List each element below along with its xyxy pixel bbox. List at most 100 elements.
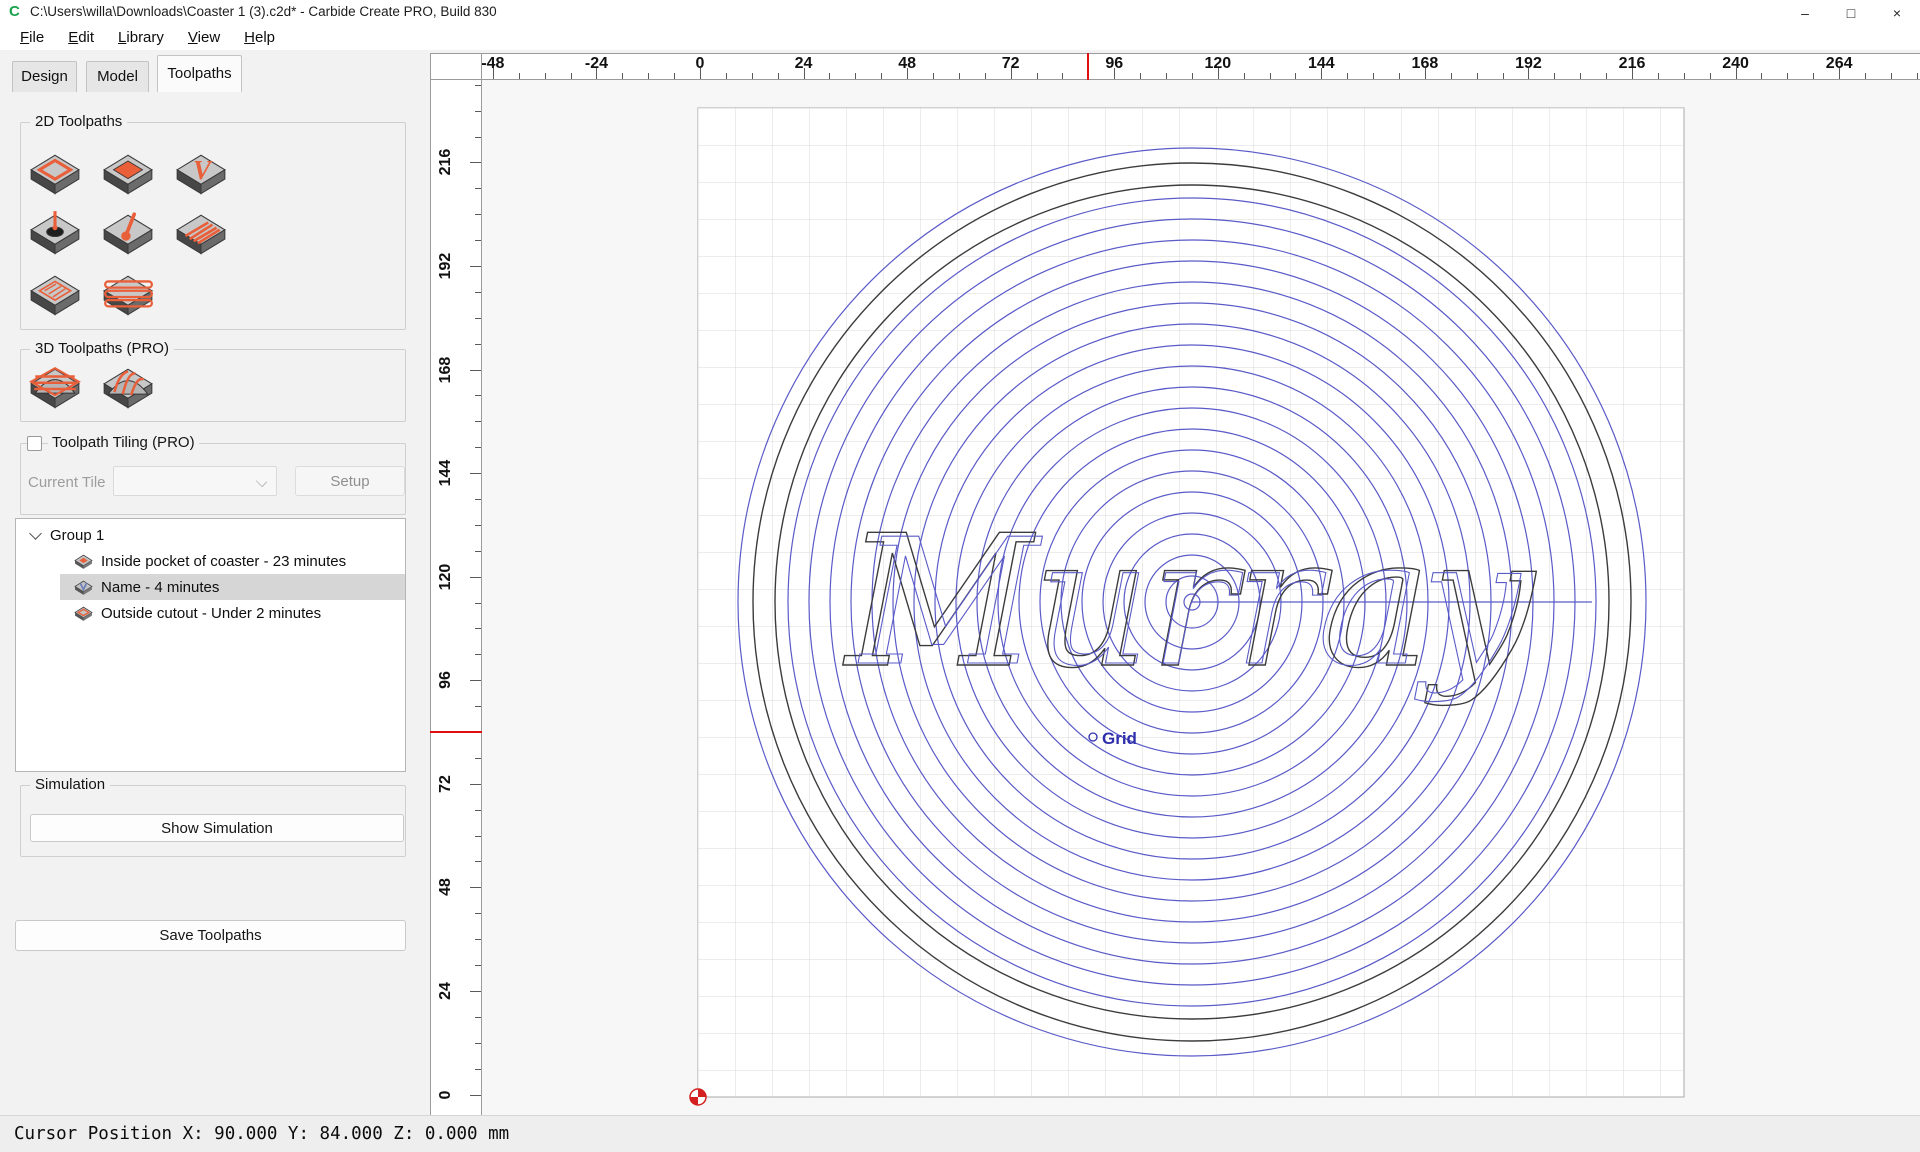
chevron-down-icon [255, 475, 268, 488]
app-logo-icon: C [9, 3, 20, 20]
chevron-expand-icon[interactable] [29, 527, 42, 540]
status-bar: Cursor Position X: 90.000 Y: 84.000 Z: 0… [0, 1115, 1920, 1152]
toolpath-tiling-label[interactable]: Toolpath Tiling (PRO) [48, 434, 199, 451]
ruler-label: 48 [898, 55, 916, 72]
vcarve-toolpath-button[interactable]: V [173, 148, 229, 204]
ruler-tick [1865, 73, 1867, 79]
engraving-text-vcarve: Murray [858, 502, 1522, 705]
ruler-tick [475, 188, 481, 190]
ruler-tick [1269, 73, 1271, 79]
simulation-title: Simulation [30, 776, 111, 793]
texture-toolpath-button[interactable] [173, 208, 229, 264]
ruler-tick [1347, 73, 1349, 79]
ruler-tick [751, 73, 753, 79]
show-simulation-button[interactable]: Show Simulation [30, 814, 404, 842]
setup-button[interactable]: Setup [295, 466, 405, 496]
menu-help[interactable]: Help [232, 27, 287, 48]
menu-view[interactable]: View [176, 27, 232, 48]
ruler-tick [475, 913, 481, 915]
ruler-tick [1890, 73, 1892, 79]
ruler-label: 72 [1001, 55, 1020, 72]
tab-design[interactable]: Design [12, 61, 77, 92]
ruler-label: 240 [1722, 55, 1749, 72]
group-label: Group 1 [50, 527, 105, 544]
pocket-toolpath-button[interactable] [100, 148, 156, 204]
pattern-fill-toolpath-button[interactable] [27, 269, 83, 325]
ruler-tick [475, 240, 481, 242]
contour-mini-icon [74, 606, 93, 621]
ruler-tick [475, 110, 481, 112]
current-tile-dropdown[interactable] [113, 466, 277, 496]
ruler-tick [1166, 73, 1168, 79]
toolpath-tree: Group 1 Inside pocket of coaster - 23 min… [15, 518, 406, 772]
ruler-tick [475, 1068, 481, 1070]
toolpath-item-label: Name - 4 minutes [101, 579, 220, 596]
ruler-label: 0 [437, 1090, 454, 1099]
ruler-tick [475, 835, 481, 837]
tree-group-row[interactable]: Group 1 [17, 523, 405, 548]
ruler-tick [470, 783, 481, 785]
toolpath-tree-item[interactable]: Inside pocket of coaster - 23 minutes [74, 549, 404, 574]
ruler-tick [475, 136, 481, 138]
ruler-tick [475, 628, 481, 630]
ruler-label: -48 [482, 55, 505, 72]
ruler-tick [475, 550, 481, 552]
ruler-tick [475, 395, 481, 397]
ruler-tick [475, 84, 481, 86]
ruler-tick [470, 473, 481, 475]
ruler-tick [475, 965, 481, 967]
ruler-tick [518, 73, 520, 79]
save-toolpaths-button[interactable]: Save Toolpaths [15, 920, 406, 951]
toolpath-tree-item[interactable]: Outside cutout - Under 2 minutes [74, 601, 404, 626]
ruler-tick [1787, 73, 1789, 79]
rough-3d-toolpath-button[interactable] [27, 362, 83, 418]
cursor-position-readout: Cursor Position X: 90.000 Y: 84.000 Z: 0… [14, 1124, 510, 1144]
ruler-tick [570, 73, 572, 79]
ruler-tick [1502, 73, 1504, 79]
ruler-tick [475, 939, 481, 941]
tab-model[interactable]: Model [86, 61, 149, 92]
ruler-tick [1606, 73, 1608, 79]
ruler-tick [544, 73, 546, 79]
ruler-tick [475, 1016, 481, 1018]
menu-edit[interactable]: Edit [56, 27, 106, 48]
svg-text:V: V [193, 155, 213, 185]
3d-toolpaths-title: 3D Toolpaths (PRO) [30, 340, 174, 357]
contour-toolpath-button[interactable] [27, 148, 83, 204]
ruler-label: 120 [437, 563, 454, 591]
ruler-label: 96 [1105, 55, 1124, 72]
ruler-tick [470, 1094, 481, 1096]
ruler-label: 144 [1308, 55, 1335, 72]
origin-marker [689, 1088, 707, 1106]
toolpath-tiling-checkbox[interactable] [27, 436, 42, 451]
engrave-toolpath-button[interactable] [100, 208, 156, 264]
window-title: C:\Users\willa\Downloads\Coaster 1 (3).c… [30, 4, 497, 19]
ruler-tick [1554, 73, 1556, 79]
toolpath-panel: 2D Toolpaths V 3D Toolpaths (PRO) Toolpa… [0, 92, 430, 1115]
drill-toolpath-button[interactable] [27, 208, 83, 264]
tab-toolpaths[interactable]: Toolpaths [157, 55, 242, 92]
ruler-label: 192 [437, 252, 454, 280]
ruler-tick [475, 809, 481, 811]
wrap-toolpath-button[interactable] [100, 269, 156, 325]
ruler-label: 168 [437, 356, 454, 383]
menu-library[interactable]: Library [106, 27, 176, 48]
ruler-label: 120 [1204, 55, 1232, 72]
ruler-tick [1450, 73, 1452, 79]
ruler-tick [470, 887, 481, 889]
ruler-tick [1813, 73, 1815, 79]
ruler-tick [475, 861, 481, 863]
ruler-label: 192 [1515, 55, 1542, 72]
menu-file[interactable]: File [8, 27, 56, 48]
ruler-tick [475, 343, 481, 345]
toolpath-tree-item[interactable]: Name - 4 minutes [74, 575, 404, 600]
design-canvas[interactable]: Murray Murray Grid [482, 80, 1920, 1115]
ruler-tick [475, 524, 481, 526]
ruler-tick [1140, 73, 1142, 79]
ruler-tick [984, 73, 986, 79]
ruler-tick [1709, 73, 1711, 79]
finish-3d-toolpath-button[interactable] [100, 362, 156, 418]
2d-toolpaths-title: 2D Toolpaths [30, 113, 128, 130]
title-bar: C C:\Users\willa\Downloads\Coaster 1 (3)… [0, 0, 1920, 24]
ruler-tick [475, 1042, 481, 1044]
